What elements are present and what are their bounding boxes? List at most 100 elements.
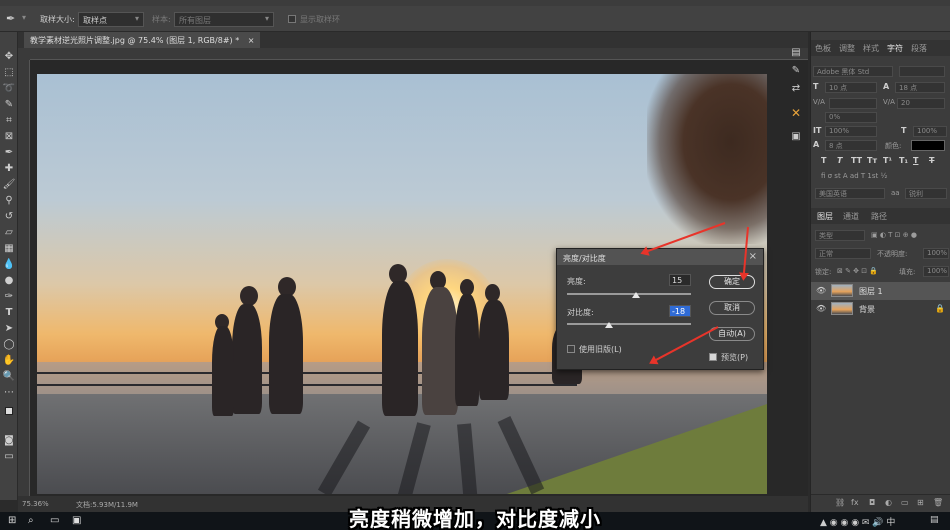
- contrast-slider-track[interactable]: [567, 323, 691, 325]
- tab-paragraph[interactable]: 段落: [911, 43, 927, 54]
- dialog-title: 亮度/对比度: [557, 249, 763, 265]
- frame-tool-icon[interactable]: ⊠: [2, 130, 16, 144]
- tsume-select[interactable]: 0%: [825, 112, 877, 123]
- dialog-close-icon[interactable]: ×: [749, 251, 757, 262]
- path-select-icon[interactable]: ➤: [2, 322, 16, 336]
- opacity-input[interactable]: 100%: [923, 248, 949, 259]
- brush-tool-icon[interactable]: 🖌: [2, 178, 16, 192]
- adjust-icon[interactable]: ⇄: [789, 82, 803, 96]
- layer-comps-icon[interactable]: ▣: [789, 130, 803, 144]
- preview-checkbox[interactable]: [709, 353, 717, 361]
- tab-channels[interactable]: 通道: [843, 211, 859, 222]
- crop-tool-icon[interactable]: ⌗: [2, 114, 16, 128]
- person: [382, 281, 418, 416]
- sample-label: 样本:: [152, 15, 171, 24]
- canvas-area[interactable]: 亮度/对比度 × 亮度: 15 对比度: -18 使用旧版(L) 确定 取消 自…: [30, 60, 808, 496]
- clone-stamp-icon[interactable]: ⚲: [2, 194, 16, 208]
- right-panel: 色板 调整 样式 字符 段落 Adobe 黑体 Std T 10 点 A 18 …: [810, 32, 950, 512]
- vertical-scale-input[interactable]: 100%: [825, 126, 877, 137]
- kerning-label: V/A: [813, 98, 825, 106]
- person: [479, 300, 509, 400]
- brightness-label: 亮度:: [567, 277, 586, 286]
- layer-name: 背景: [859, 305, 875, 314]
- text-color-swatch[interactable]: [911, 140, 945, 151]
- brightness-input[interactable]: 15: [669, 274, 691, 286]
- sample-size-value: 取样点: [83, 16, 107, 25]
- faux-italic-icon[interactable]: T: [837, 156, 842, 165]
- tab-adjustments[interactable]: 调整: [839, 43, 855, 54]
- tool-preset-dropdown-icon[interactable]: ▾: [22, 13, 26, 22]
- horizontal-scale-input[interactable]: 100%: [913, 126, 947, 137]
- tools-close-icon[interactable]: ✕: [789, 106, 803, 120]
- shape-tool-icon[interactable]: ◯: [2, 338, 16, 352]
- blur-tool-icon[interactable]: 💧: [2, 258, 16, 272]
- brightness-slider-track[interactable]: [567, 293, 691, 295]
- document-tab-close-icon[interactable]: ×: [248, 36, 255, 45]
- zoom-tool-icon[interactable]: 🔍: [2, 370, 16, 384]
- leading-icon: A: [883, 82, 890, 91]
- visibility-eye-icon[interactable]: 👁: [816, 304, 826, 313]
- lasso-tool-icon[interactable]: ➰: [2, 82, 16, 96]
- visibility-eye-icon[interactable]: 👁: [816, 286, 826, 295]
- font-style-select[interactable]: [899, 66, 945, 77]
- tab-styles[interactable]: 样式: [863, 43, 879, 54]
- strikethrough-icon[interactable]: T: [929, 156, 934, 165]
- cancel-button[interactable]: 取消: [709, 301, 755, 315]
- tab-paths[interactable]: 路径: [871, 211, 887, 222]
- screen-mode-icon[interactable]: ▭: [2, 450, 16, 464]
- history-brush-icon[interactable]: ↺: [2, 210, 16, 224]
- quick-mask-icon[interactable]: ◙: [2, 434, 16, 448]
- legacy-checkbox[interactable]: [567, 345, 575, 353]
- tab-layers[interactable]: 图层: [817, 211, 833, 222]
- gradient-tool-icon[interactable]: ▦: [2, 242, 16, 256]
- pen-tool-icon[interactable]: ✑: [2, 290, 16, 304]
- kerning-select[interactable]: [829, 98, 877, 109]
- eyedropper-tool-icon[interactable]: ✒: [2, 146, 16, 160]
- more-tools-icon[interactable]: ⋯: [2, 386, 16, 400]
- blend-mode-select[interactable]: 正常: [815, 248, 871, 259]
- opentype-icons[interactable]: fi σ st A ad T 1st ½: [821, 172, 887, 180]
- marquee-tool-icon[interactable]: ⬚: [2, 66, 16, 80]
- color-swatches-icon[interactable]: [2, 406, 16, 420]
- filter-icons[interactable]: ▣ ◐ T ⊡ ⊕ ●: [871, 231, 917, 239]
- hand-tool-icon[interactable]: ✋: [2, 354, 16, 368]
- show-sampling-ring-checkbox[interactable]: [288, 15, 296, 23]
- tracking-select[interactable]: 20: [897, 98, 945, 109]
- brightness-contrast-dialog: 亮度/对比度 × 亮度: 15 对比度: -18 使用旧版(L) 确定 取消 自…: [556, 248, 764, 370]
- layer-row[interactable]: 👁 图层 1: [811, 282, 950, 300]
- type-tool-icon[interactable]: T: [2, 306, 16, 320]
- dodge-tool-icon[interactable]: ●: [2, 274, 16, 288]
- brush-settings-icon[interactable]: ✎: [789, 64, 803, 78]
- tab-character[interactable]: 字符: [887, 43, 903, 54]
- document-tab[interactable]: 教学素材逆光照片调整.jpg @ 75.4% (图层 1, RGB/8#) * …: [24, 32, 261, 48]
- layer-filter-select[interactable]: 类型: [815, 230, 865, 241]
- language-select[interactable]: 美国英语: [815, 188, 885, 199]
- superscript-icon[interactable]: T¹: [883, 156, 892, 165]
- quick-select-tool-icon[interactable]: ✎: [2, 98, 16, 112]
- history-icon[interactable]: ▤: [789, 46, 803, 60]
- sample-size-select[interactable]: 取样点: [78, 12, 144, 27]
- contrast-slider-thumb[interactable]: [605, 322, 613, 328]
- underline-icon[interactable]: T: [913, 156, 918, 165]
- anti-alias-select[interactable]: 锐利: [905, 188, 947, 199]
- leading-select[interactable]: 18 点: [895, 82, 945, 93]
- tab-swatches[interactable]: 色板: [815, 43, 831, 54]
- layer-row[interactable]: 👁 背景 🔒: [811, 300, 950, 318]
- fill-input[interactable]: 100%: [923, 266, 949, 277]
- baseline-shift-input[interactable]: 8 点: [825, 140, 877, 151]
- subscript-icon[interactable]: T₁: [899, 156, 908, 165]
- lock-icons[interactable]: ⊠ ✎ ✥ ⊡ 🔒: [837, 267, 878, 275]
- move-tool-icon[interactable]: ✥: [2, 50, 16, 64]
- healing-brush-icon[interactable]: ✚: [2, 162, 16, 176]
- faux-bold-icon[interactable]: T: [821, 156, 826, 165]
- brightness-slider-thumb[interactable]: [632, 292, 640, 298]
- person-head: [240, 286, 258, 306]
- font-size-select[interactable]: 10 点: [825, 82, 877, 93]
- contrast-input[interactable]: -18: [669, 305, 691, 317]
- sample-select[interactable]: 所有图层: [174, 12, 274, 27]
- font-family-select[interactable]: Adobe 黑体 Std: [813, 66, 893, 77]
- all-caps-icon[interactable]: TT: [851, 156, 862, 165]
- eyedropper-icon[interactable]: ✒: [6, 12, 15, 25]
- eraser-tool-icon[interactable]: ▱: [2, 226, 16, 240]
- small-caps-icon[interactable]: Tт: [867, 156, 877, 165]
